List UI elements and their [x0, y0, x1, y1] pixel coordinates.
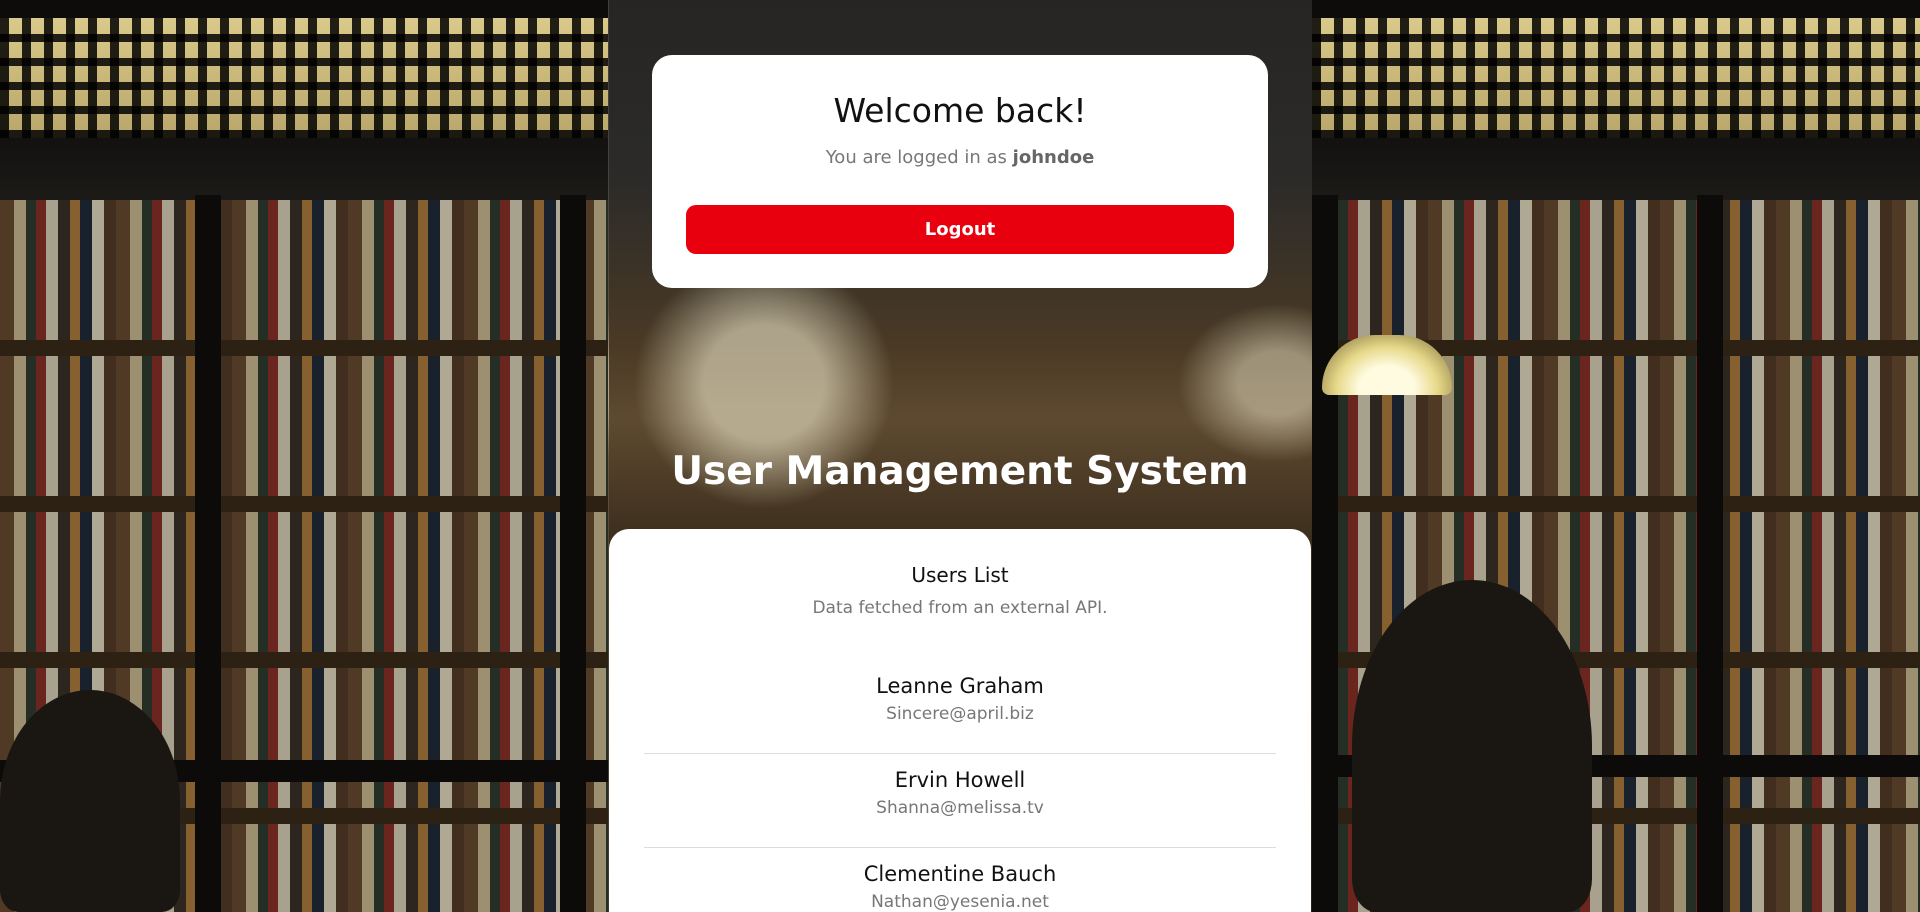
- user-email: Nathan@yesenia.net: [871, 892, 1049, 912]
- user-email: Sincere@april.biz: [886, 704, 1034, 724]
- bookshelf-window-left: [0, 0, 608, 912]
- page-title: User Management System: [671, 449, 1249, 494]
- user-name: Ervin Howell: [894, 768, 1026, 792]
- users-panel: Users List Data fetched from an external…: [609, 529, 1311, 912]
- users-list-title: Users List: [911, 563, 1009, 587]
- logged-in-prefix: You are logged in as: [825, 147, 1007, 168]
- user-email: Shanna@melissa.tv: [876, 798, 1044, 818]
- list-item: Leanne Graham Sincere@april.biz: [644, 660, 1276, 754]
- list-item: Clementine Bauch Nathan@yesenia.net: [644, 848, 1276, 912]
- user-list: Leanne Graham Sincere@april.biz Ervin Ho…: [644, 660, 1276, 912]
- user-name: Clementine Bauch: [863, 862, 1057, 886]
- logged-in-text: You are logged in as johndoe: [652, 145, 1268, 171]
- person-silhouette: [1352, 580, 1592, 912]
- welcome-card: Welcome back! You are logged in as johnd…: [652, 55, 1268, 288]
- lattice-decoration: [0, 18, 608, 138]
- users-list-subtitle: Data fetched from an external API.: [812, 598, 1108, 618]
- list-item: Ervin Howell Shanna@melissa.tv: [644, 754, 1276, 848]
- person-silhouette: [0, 690, 180, 912]
- logout-button[interactable]: Logout: [686, 205, 1234, 254]
- bookshelf-window-right: [1312, 0, 1920, 912]
- user-name: Leanne Graham: [876, 674, 1044, 698]
- username: johndoe: [1012, 147, 1095, 168]
- welcome-title: Welcome back!: [833, 91, 1087, 130]
- lattice-decoration: [1312, 18, 1920, 138]
